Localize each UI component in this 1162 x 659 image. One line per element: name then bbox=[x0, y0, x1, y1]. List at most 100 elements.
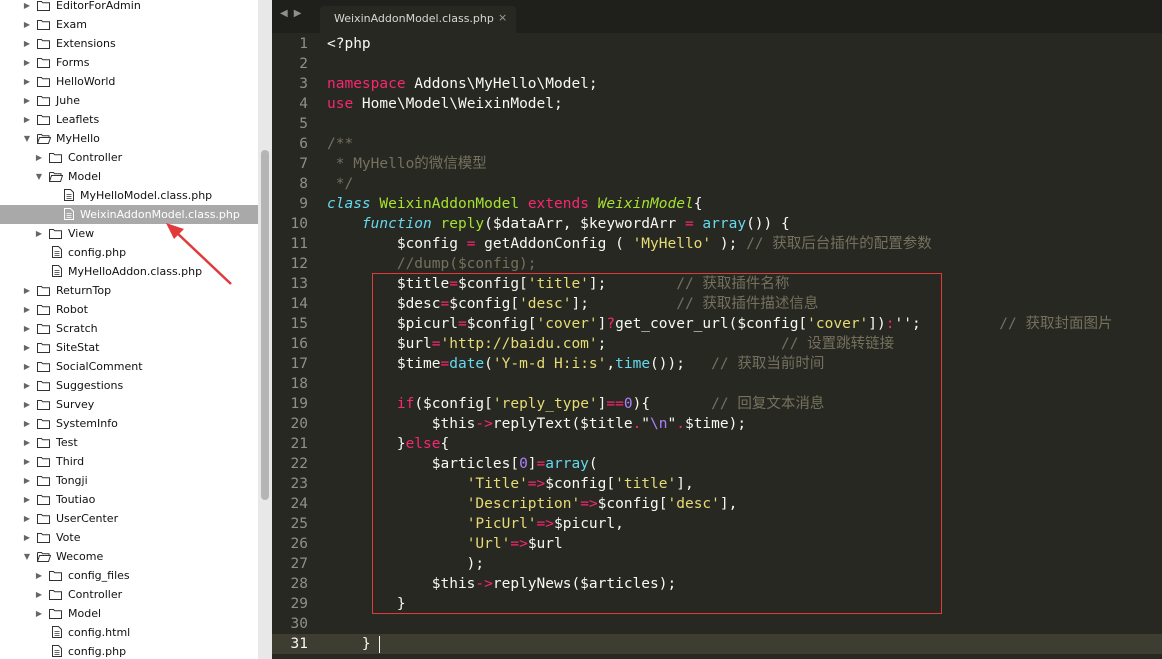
code-line[interactable]: 18 bbox=[272, 374, 1162, 394]
code-line[interactable]: 27 ); bbox=[272, 554, 1162, 574]
tree-folder-juhe[interactable]: ▶ Juhe bbox=[0, 91, 258, 110]
chevron-right-icon[interactable]: ▶ bbox=[22, 300, 32, 319]
chevron-right-icon[interactable]: ▶ bbox=[22, 319, 32, 338]
chevron-right-icon[interactable]: ▶ bbox=[22, 338, 32, 357]
sidebar-scrollbar[interactable] bbox=[258, 0, 272, 659]
chevron-right-icon[interactable]: ▶ bbox=[22, 490, 32, 509]
tree-file-config-html[interactable]: config.html bbox=[0, 623, 258, 642]
tree-folder-test[interactable]: ▶ Test bbox=[0, 433, 258, 452]
code-line[interactable]: 12 //dump($config); bbox=[272, 254, 1162, 274]
code-line[interactable]: 22 $articles[0]=array( bbox=[272, 454, 1162, 474]
code-line[interactable]: 14 $desc=$config['desc']; // 获取插件描述信息 bbox=[272, 294, 1162, 314]
tree-folder-socialcomment[interactable]: ▶ SocialComment bbox=[0, 357, 258, 376]
tree-file-myhellomodel-class-php[interactable]: MyHelloModel.class.php bbox=[0, 186, 258, 205]
tree-folder-wecome[interactable]: ▼ Wecome bbox=[0, 547, 258, 566]
code-line[interactable]: 26 'Url'=>$url bbox=[272, 534, 1162, 554]
chevron-right-icon[interactable]: ▶ bbox=[22, 34, 32, 53]
tree-folder-scratch[interactable]: ▶ Scratch bbox=[0, 319, 258, 338]
tree-folder-toutiao[interactable]: ▶ Toutiao bbox=[0, 490, 258, 509]
tree-file-config-php[interactable]: config.php bbox=[0, 642, 258, 659]
code-line[interactable]: 30 bbox=[272, 614, 1162, 634]
chevron-right-icon[interactable]: ▶ bbox=[22, 509, 32, 528]
chevron-right-icon[interactable]: ▶ bbox=[22, 433, 32, 452]
code-area[interactable]: 1 <?php 2 3 namespace Addons\MyHello\Model; 4… bbox=[272, 34, 1162, 654]
tree-folder-model[interactable]: ▼ Model bbox=[0, 167, 258, 186]
tree-file-weixinaddonmodel-class-php[interactable]: WeixinAddonModel.class.php bbox=[0, 205, 258, 224]
chevron-right-icon[interactable]: ▶ bbox=[22, 528, 32, 547]
chevron-right-icon[interactable]: ▶ bbox=[22, 91, 32, 110]
code-line[interactable]: 24 'Description'=>$config['desc'], bbox=[272, 494, 1162, 514]
tree-folder-editorforadmin[interactable]: ▶ EditorForAdmin bbox=[0, 0, 258, 15]
code-line[interactable]: 13 $title=$config['title']; // 获取插件名称 bbox=[272, 274, 1162, 294]
code-line[interactable]: 21 }else{ bbox=[272, 434, 1162, 454]
code-line[interactable]: 16 $url='http://baidu.com'; // 设置跳转链接 bbox=[272, 334, 1162, 354]
tree-folder-model[interactable]: ▶ Model bbox=[0, 604, 258, 623]
tree-folder-extensions[interactable]: ▶ Extensions bbox=[0, 34, 258, 53]
tree-file-myhelloaddon-class-php[interactable]: MyHelloAddon.class.php bbox=[0, 262, 258, 281]
tree-folder-sitestat[interactable]: ▶ SiteStat bbox=[0, 338, 258, 357]
code-line[interactable]: 28 $this->replyNews($articles); bbox=[272, 574, 1162, 594]
code-line[interactable]: 6 /** bbox=[272, 134, 1162, 154]
code-line[interactable]: 31 } bbox=[272, 634, 1162, 654]
code-editor[interactable]: ◀▶ WeixinAddonModel.class.php × 1 <?php 2 3… bbox=[272, 0, 1162, 659]
code-line[interactable]: 1 <?php bbox=[272, 34, 1162, 54]
code-line[interactable]: 29 } bbox=[272, 594, 1162, 614]
tree-folder-myhello[interactable]: ▼ MyHello bbox=[0, 129, 258, 148]
code-line[interactable]: 20 $this->replyText($title."\n".$time); bbox=[272, 414, 1162, 434]
tree-folder-systeminfo[interactable]: ▶ SystemInfo bbox=[0, 414, 258, 433]
code-line[interactable]: 19 if($config['reply_type']==0){ // 回复文本… bbox=[272, 394, 1162, 414]
code-line[interactable]: 4 use Home\Model\WeixinModel; bbox=[272, 94, 1162, 114]
tree-folder-controller[interactable]: ▶ Controller bbox=[0, 585, 258, 604]
close-icon[interactable]: × bbox=[498, 11, 507, 24]
chevron-right-icon[interactable]: ▶ bbox=[22, 452, 32, 471]
chevron-right-icon[interactable]: ▶ bbox=[22, 53, 32, 72]
tree-folder-exam[interactable]: ▶ Exam bbox=[0, 15, 258, 34]
chevron-right-icon[interactable]: ▶ bbox=[22, 471, 32, 490]
tree-folder-view[interactable]: ▶ View bbox=[0, 224, 258, 243]
tree-folder-helloworld[interactable]: ▶ HelloWorld bbox=[0, 72, 258, 91]
code-line[interactable]: 17 $time=date('Y-m-d H:i:s',time()); // … bbox=[272, 354, 1162, 374]
code-line[interactable]: 10 function reply($dataArr, $keywordArr … bbox=[272, 214, 1162, 234]
chevron-right-icon[interactable]: ▶ bbox=[22, 0, 32, 15]
chevron-right-icon[interactable]: ▶ bbox=[22, 110, 32, 129]
code-line[interactable]: 23 'Title'=>$config['title'], bbox=[272, 474, 1162, 494]
chevron-right-icon[interactable]: ▶ bbox=[22, 395, 32, 414]
tree-folder-controller[interactable]: ▶ Controller bbox=[0, 148, 258, 167]
tree-file-config-php[interactable]: config.php bbox=[0, 243, 258, 262]
tree-folder-survey[interactable]: ▶ Survey bbox=[0, 395, 258, 414]
tab-forward-icon[interactable]: ▶ bbox=[294, 8, 308, 19]
tree-folder-robot[interactable]: ▶ Robot bbox=[0, 300, 258, 319]
code-line[interactable]: 15 $picurl=$config['cover']?get_cover_ur… bbox=[272, 314, 1162, 334]
chevron-right-icon[interactable]: ▶ bbox=[34, 148, 44, 167]
chevron-right-icon[interactable]: ▶ bbox=[22, 281, 32, 300]
chevron-right-icon[interactable]: ▶ bbox=[34, 566, 44, 585]
code-line[interactable]: 5 bbox=[272, 114, 1162, 134]
code-line[interactable]: 8 */ bbox=[272, 174, 1162, 194]
tab-weixinaddonmodel[interactable]: WeixinAddonModel.class.php × bbox=[320, 6, 516, 33]
chevron-right-icon[interactable]: ▶ bbox=[22, 376, 32, 395]
tree-folder-tongji[interactable]: ▶ Tongji bbox=[0, 471, 258, 490]
code-line[interactable]: 7 * MyHello的微信模型 bbox=[272, 154, 1162, 174]
tree-folder-third[interactable]: ▶ Third bbox=[0, 452, 258, 471]
tree-folder-leaflets[interactable]: ▶ Leaflets bbox=[0, 110, 258, 129]
tree-folder-forms[interactable]: ▶ Forms bbox=[0, 53, 258, 72]
chevron-down-icon[interactable]: ▼ bbox=[22, 129, 32, 148]
tree-folder-returntop[interactable]: ▶ ReturnTop bbox=[0, 281, 258, 300]
tree-folder-config-files[interactable]: ▶ config_files bbox=[0, 566, 258, 585]
tree-folder-usercenter[interactable]: ▶ UserCenter bbox=[0, 509, 258, 528]
tree-folder-suggestions[interactable]: ▶ Suggestions bbox=[0, 376, 258, 395]
code-line[interactable]: 11 $config = getAddonConfig ( 'MyHello' … bbox=[272, 234, 1162, 254]
sidebar-scrollbar-thumb[interactable] bbox=[261, 150, 269, 500]
code-line[interactable]: 25 'PicUrl'=>$picurl, bbox=[272, 514, 1162, 534]
chevron-right-icon[interactable]: ▶ bbox=[22, 357, 32, 376]
chevron-right-icon[interactable]: ▶ bbox=[34, 585, 44, 604]
chevron-right-icon[interactable]: ▶ bbox=[22, 72, 32, 91]
code-line[interactable]: 2 bbox=[272, 54, 1162, 74]
chevron-right-icon[interactable]: ▶ bbox=[34, 604, 44, 623]
chevron-down-icon[interactable]: ▼ bbox=[34, 167, 44, 186]
chevron-right-icon[interactable]: ▶ bbox=[22, 414, 32, 433]
tree-folder-vote[interactable]: ▶ Vote bbox=[0, 528, 258, 547]
chevron-right-icon[interactable]: ▶ bbox=[34, 224, 44, 243]
code-line[interactable]: 3 namespace Addons\MyHello\Model; bbox=[272, 74, 1162, 94]
chevron-down-icon[interactable]: ▼ bbox=[22, 547, 32, 566]
